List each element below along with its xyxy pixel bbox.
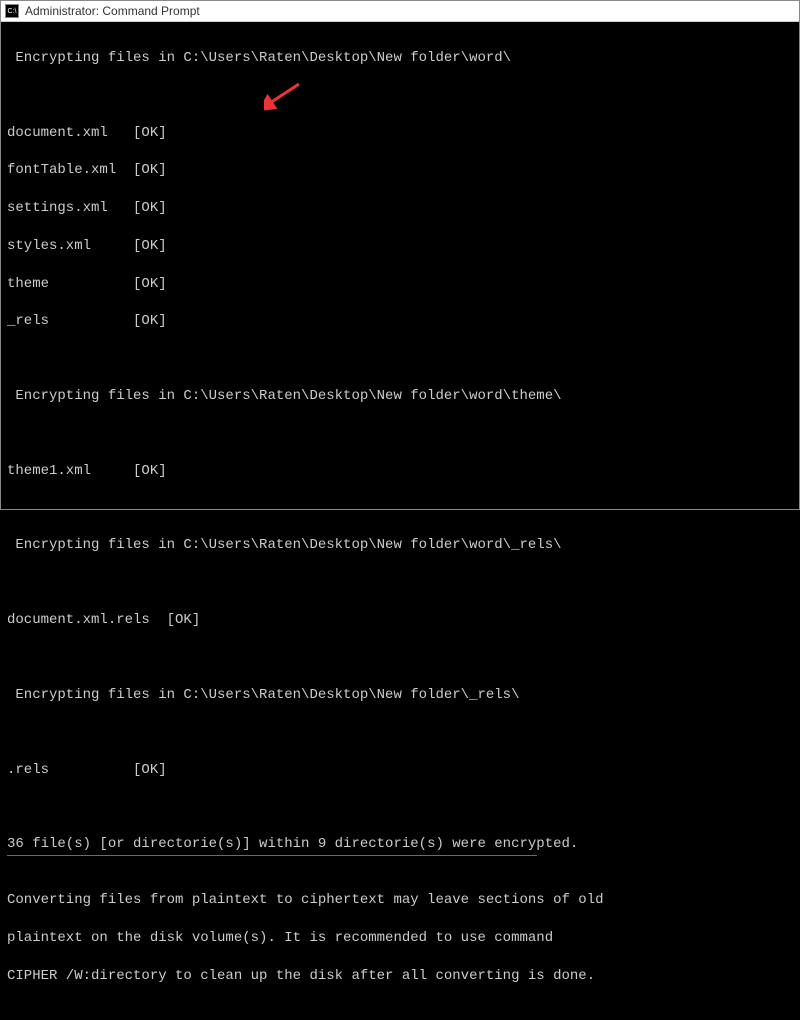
file-name: theme1.xml bbox=[7, 462, 133, 481]
window-title: Administrator: Command Prompt bbox=[25, 4, 200, 18]
file-row: fontTable.xml[OK] bbox=[7, 161, 793, 180]
blank-line bbox=[7, 798, 793, 816]
file-row: styles.xml[OK] bbox=[7, 237, 793, 256]
file-status: [OK] bbox=[133, 312, 167, 331]
blank-line bbox=[7, 87, 793, 105]
file-name: _rels bbox=[7, 312, 133, 331]
file-name: document.xml.rels bbox=[7, 611, 167, 630]
file-name: styles.xml bbox=[7, 237, 133, 256]
file-row: theme[OK] bbox=[7, 275, 793, 294]
file-status: [OK] bbox=[133, 462, 167, 481]
file-name: settings.xml bbox=[7, 199, 133, 218]
file-status: [OK] bbox=[133, 199, 167, 218]
section-header: Encrypting files in C:\Users\Raten\Deskt… bbox=[7, 536, 793, 555]
summary-line: 36 file(s) [or directorie(s)] within 9 d… bbox=[7, 835, 578, 854]
section-header: Encrypting files in C:\Users\Raten\Deskt… bbox=[7, 49, 793, 68]
file-name: document.xml bbox=[7, 124, 133, 143]
file-row: settings.xml[OK] bbox=[7, 199, 793, 218]
blank-line bbox=[7, 649, 793, 667]
file-status: [OK] bbox=[167, 611, 201, 630]
file-status: [OK] bbox=[133, 275, 167, 294]
blank-line bbox=[7, 854, 793, 872]
file-name: .rels bbox=[7, 761, 133, 780]
blank-line bbox=[7, 500, 793, 518]
file-status: [OK] bbox=[133, 124, 167, 143]
section-header: Encrypting files in C:\Users\Raten\Deskt… bbox=[7, 686, 793, 705]
blank-line bbox=[7, 724, 793, 742]
file-status: [OK] bbox=[133, 237, 167, 256]
section-header: Encrypting files in C:\Users\Raten\Deskt… bbox=[7, 387, 793, 406]
blank-line bbox=[7, 1004, 793, 1020]
note-text: CIPHER /W:directory to clean up the disk… bbox=[7, 967, 793, 986]
file-status: [OK] bbox=[133, 761, 167, 780]
file-row: theme1.xml[OK] bbox=[7, 462, 793, 481]
blank-line bbox=[7, 350, 793, 368]
note-text: plaintext on the disk volume(s). It is r… bbox=[7, 929, 793, 948]
cmd-icon: C:\ bbox=[5, 4, 19, 18]
file-row: document.xml.rels[OK] bbox=[7, 611, 793, 630]
annotation-underline bbox=[7, 855, 537, 857]
file-name: fontTable.xml bbox=[7, 161, 133, 180]
blank-line bbox=[7, 574, 793, 592]
file-row: document.xml[OK] bbox=[7, 124, 793, 143]
file-row: .rels[OK] bbox=[7, 761, 793, 780]
file-row: _rels[OK] bbox=[7, 312, 793, 331]
file-name: theme bbox=[7, 275, 133, 294]
blank-line bbox=[7, 425, 793, 443]
note-text: Converting files from plaintext to ciphe… bbox=[7, 891, 793, 910]
window-titlebar[interactable]: C:\ Administrator: Command Prompt bbox=[1, 1, 799, 22]
terminal-output[interactable]: Encrypting files in C:\Users\Raten\Deskt… bbox=[1, 22, 799, 509]
file-status: [OK] bbox=[133, 161, 167, 180]
